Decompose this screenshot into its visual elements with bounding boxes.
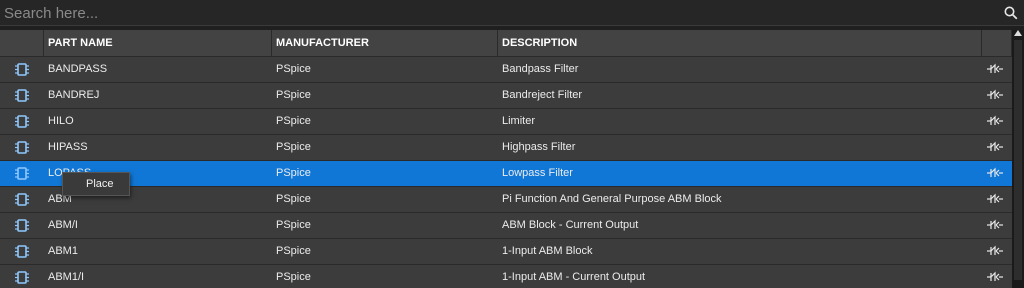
place-part-icon[interactable] (987, 166, 1003, 180)
row-action-cell[interactable] (982, 135, 1012, 160)
manufacturer-cell: PSpice (276, 245, 311, 257)
manufacturer-cell: PSpice (276, 167, 311, 179)
description-cell: 1-Input ABM - Current Output (502, 271, 646, 283)
table-row[interactable]: BANDPASS PSpice Bandpass Filter (0, 56, 1012, 82)
description-cell: 1-Input ABM Block (502, 245, 593, 257)
description-cell: Pi Function And General Purpose ABM Bloc… (502, 193, 722, 205)
description-cell: Lowpass Filter (502, 167, 573, 179)
chip-icon (15, 63, 29, 76)
vertical-scrollbar[interactable] (1012, 30, 1024, 288)
place-tooltip: Place (62, 172, 130, 196)
part-name-cell: BANDPASS (48, 63, 108, 75)
manufacturer-cell: PSpice (276, 63, 311, 75)
place-part-icon[interactable] (987, 140, 1003, 154)
description-cell: Bandpass Filter (502, 63, 579, 75)
row-action-cell[interactable] (982, 57, 1012, 82)
table-row[interactable]: ABM1 PSpice 1-Input ABM Block (0, 238, 1012, 264)
header-action-column (982, 30, 1012, 56)
description-cell: Highpass Filter (502, 141, 576, 153)
manufacturer-cell: PSpice (276, 193, 311, 205)
header-part-name[interactable]: PART NAME (44, 30, 272, 56)
table-row[interactable]: ABM PSpice Pi Function And General Purpose… (0, 186, 1012, 212)
chip-icon (15, 245, 29, 258)
description-cell: ABM Block - Current Output (502, 219, 639, 231)
parts-table: PART NAME MANUFACTURER DESCRIPTION BANDP… (0, 30, 1012, 288)
table-row[interactable]: BANDREJ PSpice Bandreject Filter (0, 82, 1012, 108)
place-part-icon[interactable] (987, 270, 1003, 284)
row-action-cell[interactable] (982, 161, 1012, 186)
header-icon-column (0, 30, 44, 56)
row-action-cell[interactable] (982, 213, 1012, 238)
table-row[interactable]: HILO PSpice Limiter (0, 108, 1012, 134)
chip-icon (15, 193, 29, 206)
table-header: PART NAME MANUFACTURER DESCRIPTION (0, 30, 1012, 56)
part-name-cell: ABM1 (48, 245, 78, 257)
table-row[interactable]: ABM1/I PSpice 1-Input ABM - Current Output (0, 264, 1012, 288)
part-name-cell: HIPASS (48, 141, 88, 153)
row-icon-cell (0, 239, 44, 264)
row-icon-cell (0, 265, 44, 288)
chip-icon (15, 115, 29, 128)
part-name-cell: HILO (48, 115, 74, 127)
part-name-cell: BANDREJ (48, 89, 100, 101)
row-icon-cell (0, 135, 44, 160)
chip-icon (15, 141, 29, 154)
manufacturer-cell: PSpice (276, 219, 311, 231)
header-manufacturer[interactable]: MANUFACTURER (272, 30, 498, 56)
place-part-icon[interactable] (987, 62, 1003, 76)
search-bar (0, 0, 1024, 26)
manufacturer-cell: PSpice (276, 115, 311, 127)
row-action-cell[interactable] (982, 187, 1012, 212)
chip-icon (15, 271, 29, 284)
row-action-cell[interactable] (982, 83, 1012, 108)
row-action-cell[interactable] (982, 239, 1012, 264)
manufacturer-cell: PSpice (276, 89, 311, 101)
description-cell: Limiter (502, 115, 536, 127)
table-row[interactable]: HIPASS PSpice Highpass Filter (0, 134, 1012, 160)
row-action-cell[interactable] (982, 109, 1012, 134)
row-icon-cell (0, 161, 44, 186)
part-name-cell: ABM/I (48, 219, 78, 231)
chip-icon (15, 89, 29, 102)
place-part-icon[interactable] (987, 192, 1003, 206)
row-icon-cell (0, 83, 44, 108)
table-row[interactable]: ABM/I PSpice ABM Block - Current Output (0, 212, 1012, 238)
header-description[interactable]: DESCRIPTION (498, 30, 982, 56)
row-icon-cell (0, 109, 44, 134)
scroll-up-arrow-icon[interactable] (1014, 30, 1022, 36)
description-cell: Bandreject Filter (502, 89, 583, 101)
manufacturer-cell: PSpice (276, 271, 311, 283)
manufacturer-cell: PSpice (276, 141, 311, 153)
part-name-cell: ABM1/I (48, 271, 85, 283)
row-action-cell[interactable] (982, 265, 1012, 288)
place-part-icon[interactable] (987, 218, 1003, 232)
row-icon-cell (0, 213, 44, 238)
search-icon[interactable] (1004, 6, 1018, 20)
row-icon-cell (0, 187, 44, 212)
table-row[interactable]: LOPASSPSpiceLowpass Filter (0, 160, 1012, 186)
place-part-icon[interactable] (987, 114, 1003, 128)
row-icon-cell (0, 57, 44, 82)
scroll-thumb[interactable] (1014, 40, 1022, 280)
place-part-icon[interactable] (987, 88, 1003, 102)
place-part-icon[interactable] (987, 244, 1003, 258)
chip-icon (15, 167, 29, 180)
chip-icon (15, 219, 29, 232)
search-input[interactable] (4, 3, 994, 23)
